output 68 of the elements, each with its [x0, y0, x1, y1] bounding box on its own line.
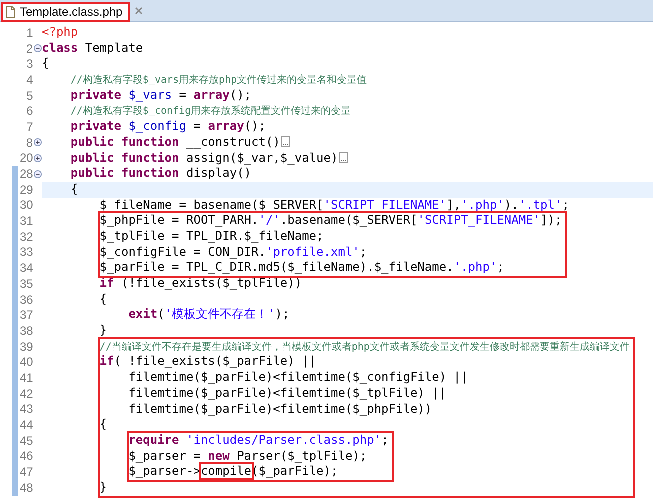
code-line: $_parser = new Parser($_tplFile); [128, 448, 368, 464]
line-number: 47 [20, 465, 34, 480]
line-number: 31 [20, 214, 34, 228]
line-number: 43 [20, 402, 34, 416]
line-number: 41 [20, 370, 34, 385]
code-line: filemtime($_parFile)<filemtime($_tplFile) || [128, 386, 448, 402]
line-number: 34 [20, 261, 34, 276]
line-number: 45 [20, 434, 34, 448]
code-line: if (!file_exists($_tplFile)) [98, 276, 304, 292]
line-number: 46 [20, 449, 34, 464]
line-number: 1 [26, 26, 34, 40]
line-number: 36 [20, 292, 34, 307]
code-line: exit('模板文件不存在！'); [128, 307, 291, 324]
code-line: private $_config = array(); [70, 119, 267, 135]
code-line: filemtime($_parFile)<filemtime($_configFile) || [128, 370, 470, 386]
code-line: public function __construct() [42, 134, 653, 150]
collapse-icon[interactable] [34, 170, 42, 179]
line-number: 2 [25, 42, 33, 56]
code-line: class Template [42, 40, 144, 56]
line-number: 32 [20, 230, 34, 244]
code-line: } [98, 323, 108, 339]
line-number: 5 [26, 88, 34, 103]
expand-icon[interactable] [34, 154, 42, 163]
line-number: 30 [20, 198, 34, 212]
line-number: 40 [20, 355, 34, 370]
editor-tab[interactable]: Template.class.php [2, 3, 129, 21]
line-number: 39 [20, 340, 34, 354]
line-number: 7 [26, 120, 34, 134]
code-line: //当编译文件不存在是要生成编译文件，当模板文件或者php文件或者系统变量文件发生修改时都需要重新生成编译文件 [100, 340, 630, 354]
file-icon [6, 6, 16, 18]
code-line: public function assign($_var,$_value) [42, 150, 653, 166]
line-number: 6 [26, 104, 34, 118]
code-line: } [100, 480, 108, 496]
code-line: require 'includes/Parser.class.php'; [128, 432, 389, 449]
line-number: 42 [20, 386, 34, 401]
line-number: 48 [20, 480, 34, 495]
code-line: { [100, 417, 108, 433]
expand-icon[interactable] [34, 138, 42, 148]
line-number: 8 [25, 136, 33, 150]
line-number: 29 [20, 182, 34, 197]
line-number: 20 [20, 151, 34, 166]
line-number: 44 [20, 418, 34, 432]
code-line: //构造私有字段$_vars用来存放php文件传过来的变量名和变量值 [70, 74, 368, 88]
code-line: if( !file_exists($_parFile) || [100, 354, 318, 370]
close-icon[interactable] [134, 7, 143, 15]
code-line: public function display() [70, 166, 253, 182]
code-line: $_parser->compile($_parFile); [128, 464, 340, 480]
line-number: 4 [26, 72, 34, 87]
code-line: $_phpFile = ROOT_PARH.'/'.basename($_SERVER['SCRIPT_FILENAME']); [100, 213, 562, 229]
line-number: 33 [20, 245, 34, 260]
code-line: //构造私有字段$_config用来存放系统配置文件传过来的变量 [70, 104, 352, 120]
line-number: 35 [20, 276, 34, 291]
collapse-icon[interactable] [34, 44, 42, 54]
code-line: $_configFile = CON_DIR.'profile.xml'; [100, 244, 368, 260]
code-line: { [98, 292, 108, 308]
code-line: <?php [42, 25, 80, 41]
code-line: $_tplFile = TPL_DIR.$_fileName; [100, 228, 325, 245]
line-number: 37 [20, 308, 34, 322]
folded-code-icon[interactable] [339, 152, 348, 162]
code-line: { [42, 56, 50, 72]
folded-code-icon[interactable] [281, 136, 290, 147]
line-number: 38 [20, 324, 34, 338]
line-number: 28 [20, 167, 34, 182]
code-line: private $_vars = array(); [70, 88, 253, 104]
code-line: filemtime($_parFile)<filemtime($_phpFile)) [128, 402, 434, 418]
code-line: $ fileName = basename($ SERVER['SCRIPT FILENAME'],'.php').'.tpl'; [98, 198, 570, 214]
code-line: $_parFile = TPL_C_DIR.md5($_fileName).$_fileName.'.php'; [100, 260, 506, 276]
line-number: 3 [26, 57, 34, 72]
